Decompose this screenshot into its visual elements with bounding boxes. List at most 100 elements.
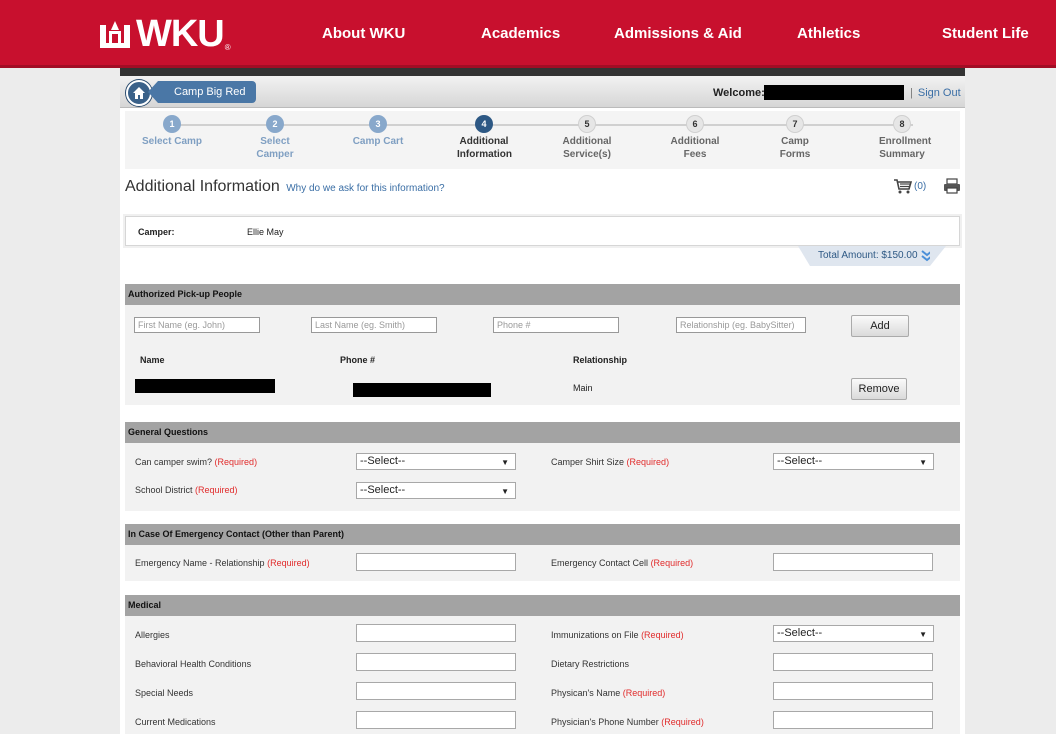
dietary-label: Dietary Restrictions xyxy=(551,659,630,669)
dropdown-arrow-icon: ▼ xyxy=(501,487,509,496)
print-icon[interactable] xyxy=(943,178,961,194)
enrollment-steps: 1 Select Camp 2 Select Camper 3 Camp Cart 4… xyxy=(125,111,960,169)
sign-out-link[interactable]: Sign Out xyxy=(918,87,961,99)
school-district-select[interactable]: --Select-- ▼ xyxy=(356,482,516,499)
dropdown-arrow-icon: ▼ xyxy=(919,630,927,639)
welcome-label: Welcome: xyxy=(713,87,765,99)
medications-label: Current Medications xyxy=(135,717,216,727)
remove-pickup-button[interactable]: Remove xyxy=(851,378,907,400)
general-panel: Can camper swim? (Required) --Select-- ▼ … xyxy=(125,443,960,511)
breadcrumb-bar: Camp Big Red Welcome: | Sign Out xyxy=(120,76,965,108)
swim-question: Can camper swim? (Required) xyxy=(135,457,257,467)
home-icon xyxy=(133,87,145,99)
physician-phone-input[interactable] xyxy=(773,711,933,729)
required-marker: (Required) xyxy=(195,485,238,495)
emergency-cell-input[interactable] xyxy=(773,553,933,571)
step-camp-cart[interactable]: 3 Camp Cart xyxy=(333,115,423,148)
step-enrollment-summary: 8 Enrollment Summary xyxy=(857,115,947,161)
step-number: 8 xyxy=(893,115,911,133)
step-label: Additional Service(s) xyxy=(562,136,612,160)
step-number: 6 xyxy=(686,115,704,133)
total-amount: Total Amount: $150.00 xyxy=(818,250,918,261)
physician-name-label: Physican's Name xyxy=(551,688,621,698)
add-pickup-button[interactable]: Add xyxy=(851,315,909,337)
emergency-name-label: Emergency Name - Relationship xyxy=(135,558,265,568)
immunizations-select[interactable]: --Select-- ▼ xyxy=(773,625,934,642)
emergency-cell-label: Emergency Contact Cell xyxy=(551,558,649,568)
redacted-pickup-phone xyxy=(353,383,491,397)
step-label: Camp Cart xyxy=(352,136,404,147)
sign-out-area: | Sign Out xyxy=(910,87,961,99)
step-label: Additional Information xyxy=(457,136,512,160)
step-camp-forms: 7 Camp Forms xyxy=(750,115,840,161)
school-district-question: School District (Required) xyxy=(135,485,238,495)
registered-mark: ® xyxy=(224,43,231,52)
behavioral-label: Behavioral Health Conditions xyxy=(135,659,252,669)
pickup-phone-input[interactable] xyxy=(493,317,619,333)
pickup-last-name-input[interactable] xyxy=(311,317,437,333)
dietary-input[interactable] xyxy=(773,653,933,671)
shirt-size-label: Camper Shirt Size xyxy=(551,457,625,467)
allergies-label: Allergies xyxy=(135,630,170,640)
required-marker: (Required) xyxy=(622,688,666,698)
breadcrumb-camp-big-red[interactable]: Camp Big Red xyxy=(148,81,256,103)
step-label: Camp Forms xyxy=(779,136,811,160)
step-select-camp[interactable]: 1 Select Camp xyxy=(127,115,217,148)
nav-athletics[interactable]: Athletics xyxy=(797,25,860,42)
required-marker: (Required) xyxy=(626,457,670,467)
physician-name-input[interactable] xyxy=(773,682,933,700)
nav-about[interactable]: About WKU xyxy=(322,25,405,42)
immunizations-question: Immunizations on File (Required) xyxy=(551,630,684,640)
step-label: Additional Fees xyxy=(670,136,720,160)
emergency-section-header: In Case Of Emergency Contact (Other than… xyxy=(125,524,960,545)
immunizations-label: Immunizations on File xyxy=(551,630,639,640)
pickup-first-name-input[interactable] xyxy=(134,317,260,333)
step-additional-fees: 6 Additional Fees xyxy=(650,115,740,161)
site-header: WKU ® About WKU Academics Admissions & A… xyxy=(0,0,1056,68)
wku-logo[interactable]: WKU ® xyxy=(98,12,231,56)
camper-label: Camper: xyxy=(138,227,175,237)
cart-icon[interactable] xyxy=(893,178,913,194)
emergency-panel: Emergency Name - Relationship (Required)… xyxy=(125,545,960,581)
nav-academics[interactable]: Academics xyxy=(481,25,560,42)
step-number: 5 xyxy=(578,115,596,133)
medications-input[interactable] xyxy=(356,711,516,729)
camper-summary: Camper: Ellie May xyxy=(125,216,960,246)
required-marker: (Required) xyxy=(214,457,258,467)
nav-admissions[interactable]: Admissions & Aid xyxy=(614,25,742,42)
required-marker: (Required) xyxy=(661,717,704,727)
step-number: 4 xyxy=(475,115,493,133)
pickup-row-relationship: Main xyxy=(573,383,593,393)
required-marker: (Required) xyxy=(267,558,310,568)
step-additional-information[interactable]: 4 Additional Information xyxy=(439,115,529,161)
shirt-size-question: Camper Shirt Size (Required) xyxy=(551,457,669,467)
behavioral-input[interactable] xyxy=(356,653,516,671)
cart-count[interactable]: (0) xyxy=(914,181,926,192)
page-title: Additional Information Why do we ask for… xyxy=(125,178,445,196)
step-label: Select Camp xyxy=(141,136,203,147)
nav-student-life[interactable]: Student Life xyxy=(942,25,1029,42)
medical-section-header: Medical xyxy=(125,595,960,616)
allergies-input[interactable] xyxy=(356,624,516,642)
medical-panel: Allergies Immunizations on File (Require… xyxy=(125,616,960,734)
swim-label: Can camper swim? xyxy=(135,457,213,467)
step-number: 1 xyxy=(163,115,181,133)
step-number: 2 xyxy=(266,115,284,133)
school-district-label: School District xyxy=(135,485,193,495)
pickup-section-header: Authorized Pick-up People xyxy=(125,284,960,305)
physician-phone-label: Physician's Phone Number xyxy=(551,717,659,727)
required-marker: (Required) xyxy=(641,630,684,640)
pickup-relationship-input[interactable] xyxy=(676,317,806,333)
emergency-cell-question: Emergency Contact Cell (Required) xyxy=(551,558,693,568)
col-phone-header: Phone # xyxy=(340,355,376,365)
special-needs-input[interactable] xyxy=(356,682,516,700)
step-select-camper[interactable]: 2 Select Camper xyxy=(230,115,320,161)
portal-top-bar xyxy=(120,68,965,76)
total-amount-tab[interactable]: Total Amount: $150.00 xyxy=(798,246,946,266)
col-name-header: Name xyxy=(140,355,165,365)
swim-select[interactable]: --Select-- ▼ xyxy=(356,453,516,470)
why-info-link[interactable]: Why do we ask for this information? xyxy=(286,183,444,194)
emergency-name-input[interactable] xyxy=(356,553,516,571)
page-title-text: Additional Information xyxy=(125,178,280,195)
shirt-size-select[interactable]: --Select-- ▼ xyxy=(773,453,934,470)
